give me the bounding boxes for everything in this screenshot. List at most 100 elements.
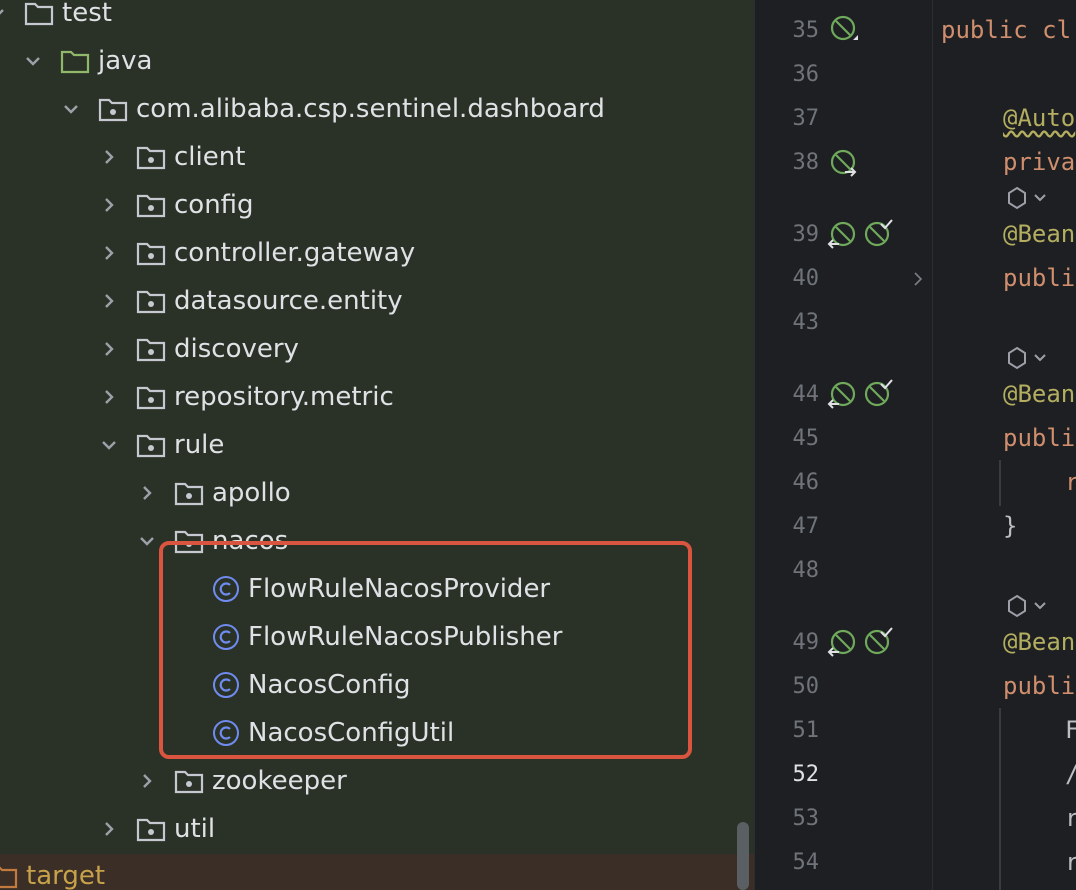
spring-bean-check-icon[interactable]: [863, 378, 893, 408]
tree-item-target[interactable]: target: [0, 854, 754, 890]
line-number: 40: [792, 266, 820, 291]
tree-item-rule[interactable]: rule: [0, 421, 754, 469]
tree-item-nacosconfig[interactable]: NacosConfig: [0, 661, 754, 709]
tree-item-label: repository.metric: [174, 382, 394, 412]
package-icon: [136, 384, 166, 410]
tree-item-label: FlowRuleNacosPublisher: [248, 622, 563, 652]
tree-item-label: java: [98, 46, 153, 76]
tree-item-label: controller.gateway: [174, 238, 416, 268]
tree-item-label: datasource.entity: [174, 286, 403, 316]
line-number-current: 52: [792, 762, 820, 787]
line-number: 43: [792, 310, 820, 335]
code-editor[interactable]: public cl @Auto priva @Bean publi @Bean …: [932, 0, 1076, 890]
ai-hint-icon[interactable]: [1005, 594, 1049, 618]
code-line-37: @Auto: [1003, 104, 1076, 132]
package-icon: [174, 528, 204, 554]
tree-item-label: nacos: [212, 526, 289, 556]
line-number: 51: [792, 718, 820, 743]
line-number: 50: [792, 674, 820, 699]
spring-autowired-icon[interactable]: [829, 148, 859, 178]
tree-item-label: NacosConfig: [248, 670, 411, 700]
ide-window: test java com.alibaba.csp.sentinel.dashb…: [0, 0, 1076, 890]
tree-scrollbar[interactable]: [737, 822, 749, 890]
code-line-49: @Bean: [1003, 628, 1076, 656]
code-line-35: public cl: [941, 16, 1072, 44]
code-line-51: F: [1065, 716, 1076, 744]
tree-item-controller-gateway[interactable]: controller.gateway: [0, 229, 754, 277]
chevron-right-icon[interactable]: [98, 338, 120, 360]
chevron-down-icon[interactable]: [22, 50, 44, 72]
code-line-52: /: [1065, 760, 1076, 788]
chevron-down-icon[interactable]: [60, 98, 82, 120]
tree-item-label: test: [62, 0, 112, 28]
chevron-down-icon[interactable]: [98, 434, 120, 456]
tree-item-client[interactable]: client: [0, 133, 754, 181]
line-number: 37: [792, 106, 820, 131]
tree-item-label: rule: [174, 430, 225, 460]
editor-gutter: 35 36 37 38 39 40 43 44 45 46 47 48 49 5…: [754, 0, 979, 890]
line-number: 54: [792, 850, 820, 875]
tree-item-flowrulenacosprovider[interactable]: FlowRuleNacosProvider: [0, 565, 754, 613]
chevron-right-icon[interactable]: [136, 482, 158, 504]
tree-item-datasource-entity[interactable]: datasource.entity: [0, 277, 754, 325]
line-number: 35: [792, 18, 820, 43]
tree-item-label: config: [174, 190, 254, 220]
tree-item-flowrulenacospublisher[interactable]: FlowRuleNacosPublisher: [0, 613, 754, 661]
line-number: 36: [792, 62, 820, 87]
code-line-53: r: [1065, 804, 1076, 832]
package-icon: [136, 288, 166, 314]
chevron-right-icon[interactable]: [98, 386, 120, 408]
ai-hint-icon[interactable]: [1005, 346, 1049, 370]
package-icon: [136, 816, 166, 842]
line-number: 46: [792, 470, 820, 495]
chevron-right-icon[interactable]: [136, 770, 158, 792]
line-number: 45: [792, 426, 820, 451]
tree-item-test[interactable]: test: [0, 0, 754, 37]
tree-item-java[interactable]: java: [0, 37, 754, 85]
package-icon: [136, 192, 166, 218]
line-number: 47: [792, 514, 820, 539]
ai-hint-icon[interactable]: [1005, 186, 1049, 210]
class-icon: [212, 671, 240, 699]
tree-item-package-root[interactable]: com.alibaba.csp.sentinel.dashboard: [0, 85, 754, 133]
tree-item-label: discovery: [174, 334, 299, 364]
spring-bean-icon[interactable]: [829, 14, 859, 44]
tree-item-zookeeper[interactable]: zookeeper: [0, 757, 754, 805]
tree-item-label: FlowRuleNacosProvider: [248, 574, 551, 604]
chevron-down-icon[interactable]: [136, 530, 158, 552]
tree-item-label: zookeeper: [212, 766, 347, 796]
chevron-right-icon[interactable]: [98, 818, 120, 840]
package-icon: [136, 432, 166, 458]
excluded-folder-icon: [0, 863, 18, 889]
chevron-down-icon[interactable]: [0, 2, 8, 24]
spring-bean-icon[interactable]: [827, 628, 857, 658]
fold-chevron-icon[interactable]: [911, 272, 925, 286]
code-line-46: r: [1065, 468, 1076, 496]
tree-item-nacos[interactable]: nacos: [0, 517, 754, 565]
code-line-38: priva: [1003, 148, 1076, 176]
tree-item-label: client: [174, 142, 246, 172]
chevron-right-icon[interactable]: [98, 146, 120, 168]
line-number: 49: [792, 630, 820, 655]
chevron-right-icon[interactable]: [98, 242, 120, 264]
package-icon: [174, 480, 204, 506]
tree-item-apollo[interactable]: apollo: [0, 469, 754, 517]
tree-item-util[interactable]: util: [0, 805, 754, 853]
chevron-right-icon[interactable]: [98, 194, 120, 216]
chevron-right-icon[interactable]: [98, 290, 120, 312]
code-line-44: @Bean: [1003, 380, 1076, 408]
tree-item-discovery[interactable]: discovery: [0, 325, 754, 373]
spring-bean-check-icon[interactable]: [863, 218, 893, 248]
spring-bean-icon[interactable]: [827, 220, 857, 250]
line-number: 38: [792, 150, 820, 175]
tree-item-repository-metric[interactable]: repository.metric: [0, 373, 754, 421]
spring-bean-check-icon[interactable]: [863, 626, 893, 656]
code-line-39: @Bean: [1003, 220, 1076, 248]
package-icon: [136, 240, 166, 266]
code-line-50: publi: [1003, 672, 1076, 700]
spring-bean-icon[interactable]: [827, 380, 857, 410]
tree-item-config[interactable]: config: [0, 181, 754, 229]
tree-item-nacosconfigutil[interactable]: NacosConfigUtil: [0, 709, 754, 757]
code-line-54: r: [1065, 848, 1076, 876]
tree-item-label: NacosConfigUtil: [248, 718, 455, 748]
